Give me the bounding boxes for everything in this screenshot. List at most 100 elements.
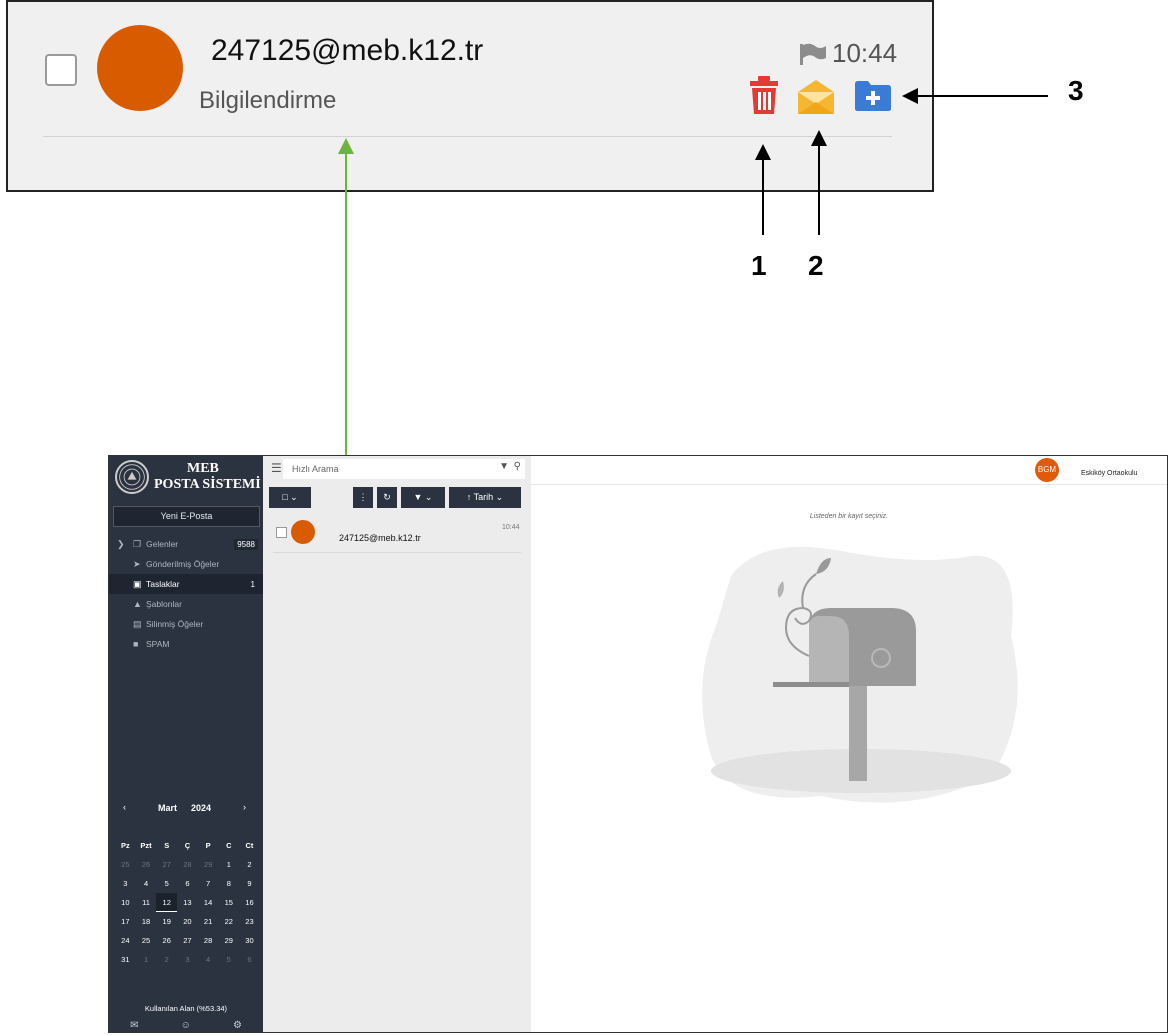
folder-deleted[interactable]: ▤ Silinmiş Öğeler: [109, 614, 263, 634]
list-sender[interactable]: 247125@meb.k12.tr: [339, 533, 421, 543]
calendar-day[interactable]: 6: [239, 950, 260, 969]
calendar-day[interactable]: 6: [177, 874, 198, 893]
calendar-day[interactable]: 20: [177, 912, 198, 931]
refresh-icon[interactable]: ↻: [377, 487, 397, 508]
sort-label: Tarih: [473, 492, 494, 502]
folder-templates[interactable]: ▲ Şablonlar: [109, 594, 263, 614]
sender-avatar: [291, 520, 315, 544]
send-icon: ➤: [133, 559, 141, 569]
calendar-day[interactable]: 25: [115, 855, 136, 874]
calendar-day[interactable]: 23: [239, 912, 260, 931]
calendar-week: 17 18 19 20 21 22 23: [115, 912, 260, 931]
filter-dropdown[interactable]: ▼ ⌄: [401, 487, 445, 508]
message-checkbox[interactable]: [276, 527, 287, 538]
prev-month-icon[interactable]: ‹: [123, 802, 126, 812]
search-input[interactable]: Hızlı Arama: [292, 464, 339, 474]
chevron-right-icon[interactable]: ❯: [117, 534, 125, 554]
calendar-day[interactable]: 14: [198, 893, 219, 912]
select-all-dropdown[interactable]: □ ⌄: [269, 487, 311, 508]
settings-icon[interactable]: ⚙: [233, 1020, 242, 1031]
list-divider: [273, 552, 521, 553]
row-divider: [43, 136, 892, 137]
calendar-day[interactable]: 9: [239, 874, 260, 893]
calendar-day[interactable]: 7: [198, 874, 219, 893]
calendar-day[interactable]: 13: [177, 893, 198, 912]
calendar-day[interactable]: 8: [218, 874, 239, 893]
folder-label: Silinmiş Öğeler: [146, 619, 204, 629]
annotation-label-1: 1: [751, 250, 767, 281]
annotation-label-3: 3: [1068, 75, 1084, 106]
calendar-day[interactable]: 15: [218, 893, 239, 912]
folder-count: 9588: [234, 539, 258, 550]
new-mail-button[interactable]: Yeni E-Posta: [113, 506, 260, 527]
calendar-week: 3456789: [115, 874, 260, 893]
message-list-pane: ☰ Hızlı Arama ▼ ⚲ □ ⌄ ⋮ ↻ ▼ ⌄ ↑ Tarih ⌄ …: [263, 456, 531, 1032]
calendar-day[interactable]: 1: [136, 950, 157, 969]
calendar-day[interactable]: 25: [136, 931, 157, 950]
calendar-day[interactable]: 27: [156, 855, 177, 874]
mail-icon[interactable]: ✉: [130, 1020, 138, 1031]
calendar-day[interactable]: 22: [218, 912, 239, 931]
message-time: 10:44: [832, 38, 898, 68]
user-name[interactable]: Eskiköy Ortaokulu: [1081, 470, 1137, 477]
calendar-day[interactable]: 3: [115, 874, 136, 893]
sidebar: MEB POSTA SİSTEMİ Yeni E-Posta ❯ ❐ Gelen…: [109, 456, 263, 1032]
calendar-day[interactable]: 30: [239, 931, 260, 950]
weekday: Ct: [245, 841, 254, 850]
open-envelope-icon[interactable]: [796, 74, 836, 116]
annotation-label-2: 2: [808, 250, 824, 281]
search-icon[interactable]: ⚲: [514, 461, 521, 472]
calendar-day[interactable]: 24: [115, 931, 136, 950]
calendar-day[interactable]: 29: [198, 855, 219, 874]
trash-icon: ▤: [133, 619, 142, 629]
calendar-day[interactable]: 4: [136, 874, 157, 893]
calendar-day[interactable]: 29: [218, 931, 239, 950]
calendar-day[interactable]: 21: [198, 912, 219, 931]
folder-count: 1: [250, 580, 255, 589]
calendar-day[interactable]: 10: [115, 893, 136, 912]
folder-list: ❯ ❐ Gelenler 9588 ➤ Gönderilmiş Öğeler ▣…: [109, 534, 263, 654]
calendar-day[interactable]: 4: [198, 950, 219, 969]
folder-plus-icon[interactable]: [854, 78, 892, 112]
sender-address: 247125@meb.k12.tr: [211, 34, 484, 67]
calendar-day[interactable]: 17: [115, 912, 136, 931]
brand-line-1: MEB: [187, 461, 219, 476]
contacts-icon[interactable]: ☺: [181, 1020, 191, 1031]
calendar-day[interactable]: 2: [156, 950, 177, 969]
calendar-day[interactable]: 18: [136, 912, 157, 931]
message-actions: [748, 74, 892, 116]
folder-spam[interactable]: ■ SPAM: [109, 634, 263, 654]
folder-label: Taslaklar: [146, 579, 180, 589]
sort-dropdown[interactable]: ↑ Tarih ⌄: [449, 487, 521, 508]
calendar-day[interactable]: 27: [177, 931, 198, 950]
user-avatar[interactable]: BGM: [1035, 458, 1059, 482]
calendar-day[interactable]: 1: [218, 855, 239, 874]
folder-inbox[interactable]: ❯ ❐ Gelenler 9588: [109, 534, 263, 554]
calendar-day[interactable]: 26: [136, 855, 157, 874]
calendar-day[interactable]: 5: [156, 874, 177, 893]
calendar-day[interactable]: 12: [156, 893, 178, 912]
calendar-week: 25 26 27 28 29 1 2: [115, 855, 260, 874]
calendar-day[interactable]: 31: [115, 950, 136, 969]
next-month-icon[interactable]: ›: [243, 802, 246, 812]
calendar-weekdays: Pz Pzt S Ç P C Ct: [115, 836, 260, 855]
calendar-day[interactable]: 19: [156, 912, 177, 931]
more-actions-button[interactable]: ⋮: [353, 487, 373, 508]
calendar-day[interactable]: 3: [177, 950, 198, 969]
calendar-day[interactable]: 2: [239, 855, 260, 874]
calendar-day[interactable]: 11: [136, 893, 157, 912]
calendar-day[interactable]: 28: [177, 855, 198, 874]
calendar-day[interactable]: 28: [198, 931, 219, 950]
calendar-day[interactable]: 5: [218, 950, 239, 969]
trash-icon[interactable]: [748, 74, 780, 116]
folder-drafts[interactable]: ▣ Taslaklar 1: [109, 574, 263, 594]
search-box[interactable]: Hızlı Arama ▼ ⚲: [283, 459, 525, 479]
calendar-day[interactable]: 26: [156, 931, 177, 950]
calendar-day[interactable]: 16: [239, 893, 260, 912]
flag-icon[interactable]: [798, 42, 828, 66]
filter-icon[interactable]: ▼: [499, 461, 509, 472]
mail-app-window: MEB POSTA SİSTEMİ Yeni E-Posta ❯ ❐ Gelen…: [108, 455, 1168, 1033]
folder-sent[interactable]: ➤ Gönderilmiş Öğeler: [109, 554, 263, 574]
menu-icon[interactable]: ☰: [271, 461, 282, 475]
message-checkbox[interactable]: [45, 54, 77, 86]
